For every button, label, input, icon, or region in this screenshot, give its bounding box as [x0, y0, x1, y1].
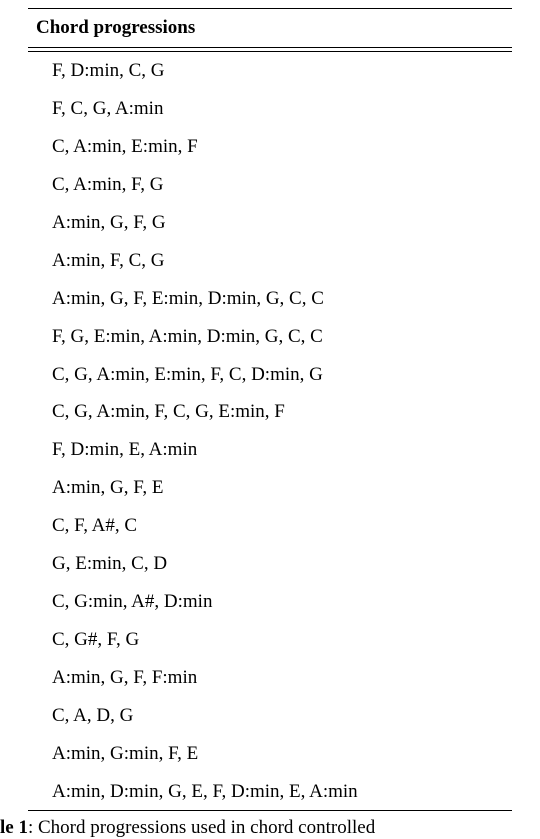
chord-cell: F, D:min, E, A:min: [28, 431, 512, 469]
table: Chord progressions F, D:min, C, G F, C, …: [28, 8, 512, 811]
table-row: A:min, G, F, G: [28, 204, 512, 242]
table-row: F, G, E:min, A:min, D:min, G, C, C: [28, 317, 512, 355]
chord-cell: C, F, A#, C: [28, 507, 512, 545]
table-row: A:min, G, F, E: [28, 469, 512, 507]
chord-cell: A:min, G, F, G: [28, 204, 512, 242]
chord-cell: A:min, F, C, G: [28, 242, 512, 280]
table-row: C, G, A:min, F, C, G, E:min, F: [28, 393, 512, 431]
table-row: A:min, D:min, G, E, F, D:min, E, A:min: [28, 773, 512, 811]
chord-cell: F, C, G, A:min: [28, 90, 512, 128]
chord-cell: C, A, D, G: [28, 697, 512, 735]
table-row: C, A, D, G: [28, 697, 512, 735]
table-row: G, E:min, C, D: [28, 545, 512, 583]
chord-progressions-table: Chord progressions F, D:min, C, G F, C, …: [0, 8, 540, 811]
table-row: C, A:min, F, G: [28, 166, 512, 204]
table-header-cell: Chord progressions: [28, 9, 512, 48]
table-row: F, D:min, E, A:min: [28, 431, 512, 469]
table-row: A:min, G, F, E:min, D:min, G, C, C: [28, 280, 512, 318]
table-row: C, G:min, A#, D:min: [28, 583, 512, 621]
chord-cell: A:min, G, F, E:min, D:min, G, C, C: [28, 280, 512, 318]
caption-text: : Chord progressions used in chord contr…: [28, 817, 375, 838]
chord-cell: C, G#, F, G: [28, 621, 512, 659]
table-row: C, F, A#, C: [28, 507, 512, 545]
table-caption: le 1: Chord progressions used in chord c…: [0, 811, 540, 839]
chord-cell: A:min, G, F, E: [28, 469, 512, 507]
chord-cell: G, E:min, C, D: [28, 545, 512, 583]
table-row: F, D:min, C, G: [28, 52, 512, 90]
table-row: C, A:min, E:min, F: [28, 128, 512, 166]
table-row: C, G#, F, G: [28, 621, 512, 659]
chord-cell: C, A:min, F, G: [28, 166, 512, 204]
table-header-row: Chord progressions: [28, 9, 512, 48]
chord-cell: F, G, E:min, A:min, D:min, G, C, C: [28, 317, 512, 355]
chord-cell: C, A:min, E:min, F: [28, 128, 512, 166]
chord-cell: C, G, A:min, E:min, F, C, D:min, G: [28, 355, 512, 393]
table-row: A:min, F, C, G: [28, 242, 512, 280]
chord-cell: A:min, D:min, G, E, F, D:min, E, A:min: [28, 773, 512, 811]
chord-cell: C, G:min, A#, D:min: [28, 583, 512, 621]
table-row: A:min, G, F, F:min: [28, 659, 512, 697]
caption-label: le 1: [0, 817, 28, 838]
chord-cell: C, G, A:min, F, C, G, E:min, F: [28, 393, 512, 431]
table-body: F, D:min, C, G F, C, G, A:min C, A:min, …: [28, 52, 512, 811]
chord-cell: A:min, G, F, F:min: [28, 659, 512, 697]
chord-cell: F, D:min, C, G: [28, 52, 512, 90]
table-row: F, C, G, A:min: [28, 90, 512, 128]
table-row: C, G, A:min, E:min, F, C, D:min, G: [28, 355, 512, 393]
